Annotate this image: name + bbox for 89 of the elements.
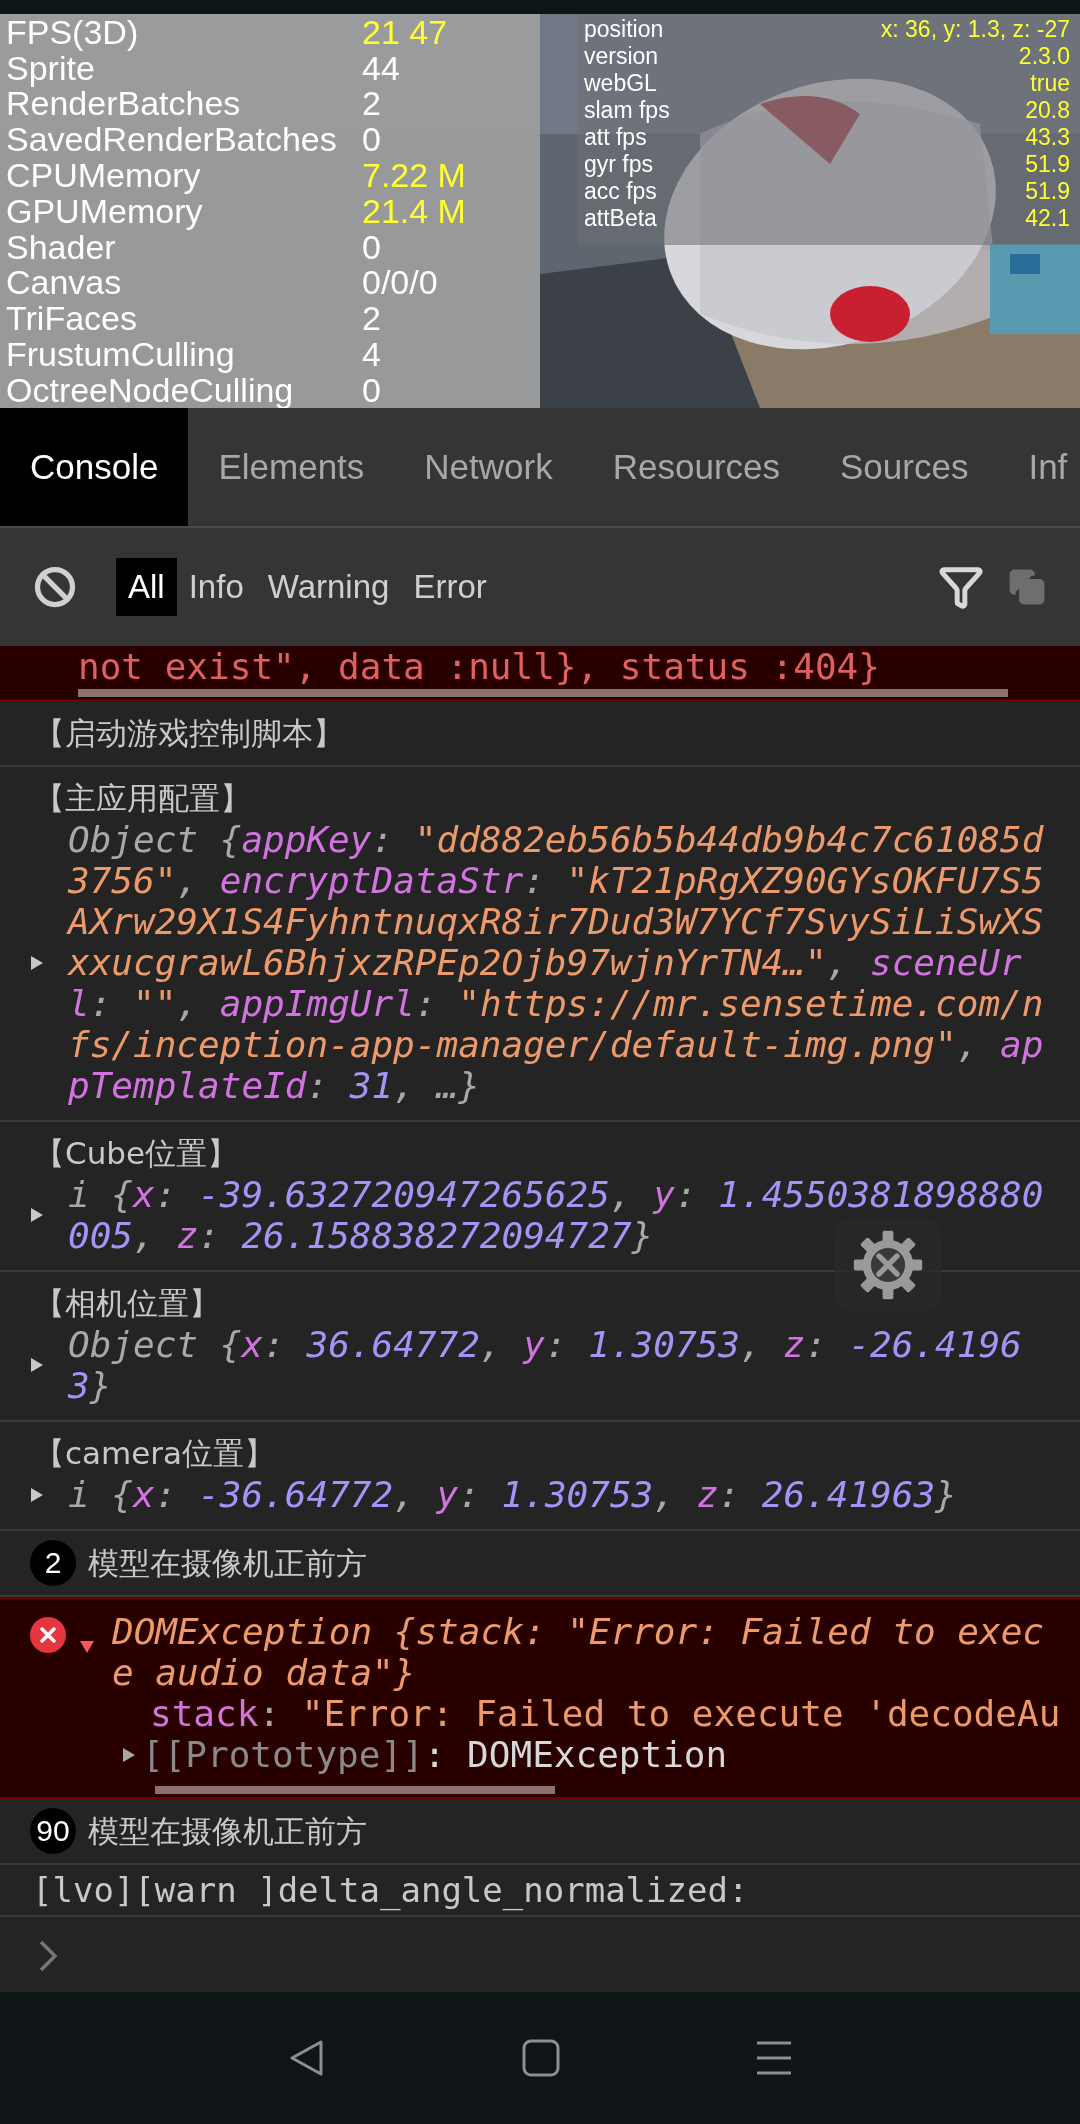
scrollbar[interactable]: [155, 1786, 555, 1794]
repeat-count: 90: [30, 1808, 76, 1854]
object-preview-line: xxucgrawL6BhjxzRPEp2Ojb97wjnYrTN4…", sceneUr: [68, 942, 1022, 983]
log-message: 模型在摄像机正前方: [88, 1544, 367, 1583]
object-preview-line: e audio data"}: [112, 1652, 416, 1693]
log-label: 【camera位置】: [33, 1434, 277, 1473]
stat-value: 4: [362, 337, 381, 372]
object-preview-line: AXrw29X1S4FyhntnuqxR8ir7Dud3W7YCf7SvySiLiSwXS: [68, 901, 1044, 942]
info-value: 42.1: [1025, 205, 1070, 232]
log-message: [lvo][warn ]delta_angle_normalized:: [32, 1869, 749, 1911]
devtools-tab[interactable]: Console: [0, 408, 189, 526]
info-value: 20.8: [1025, 97, 1070, 124]
stat-label: RenderBatches: [6, 86, 242, 121]
info-label: slam fps: [584, 97, 670, 124]
expanded-arrow-icon[interactable]: [79, 1640, 95, 1654]
log-label: 【Cube位置】: [33, 1134, 240, 1173]
stat-label: SavedRenderBatches: [6, 122, 338, 157]
menu-icon[interactable]: [754, 2039, 793, 2077]
stat-label: Canvas: [6, 265, 123, 300]
stat-value: 0: [362, 122, 381, 157]
info-value: 51.9: [1025, 151, 1070, 178]
home-icon[interactable]: [522, 2039, 560, 2077]
collapsed-arrow-icon[interactable]: [30, 1207, 44, 1223]
stat-value: 0/0/0: [362, 265, 438, 300]
stat-label: TriFaces: [6, 301, 138, 336]
stat-value: 7.22 M: [362, 158, 466, 193]
object-preview-line: l: "", appImgUrl: "https://mr.sensetime.com/n: [68, 983, 1044, 1024]
object-preview-line: fs/inception-app-manager/default-img.png", ap: [68, 1024, 1044, 1065]
stat-value: 44: [362, 50, 400, 85]
log-message: 模型在摄像机正前方: [88, 1812, 367, 1851]
log-label: 【主应用配置】: [33, 779, 252, 818]
object-preview-line: Object {x: 36.64772, y: 1.30753, z: -26.4196: [68, 1324, 1022, 1365]
info-value: 2.3.0: [1018, 43, 1070, 70]
error-icon: [30, 1617, 66, 1653]
stat-label: FPS(3D): [6, 14, 140, 49]
info-label: attBeta: [584, 205, 657, 232]
scrollbar[interactable]: [78, 689, 1008, 697]
info-value: true: [1030, 70, 1070, 97]
object-preview-line: DOMException {stack: "Error: Failed to exec: [112, 1611, 1044, 1652]
stat-label: Sprite: [6, 50, 95, 85]
stat-value: 21 47: [362, 14, 448, 49]
object-preview-line: pTemplateId: 31, …}: [68, 1065, 480, 1106]
stat-value: 2: [362, 86, 381, 121]
devtools-tab[interactable]: Inf: [998, 408, 1080, 526]
gear-icon: [852, 1229, 924, 1301]
error-message: not exist", data :null}, status :404}: [78, 646, 880, 687]
info-value: 43.3: [1025, 124, 1070, 151]
devtools-tab[interactable]: Resources: [582, 408, 810, 526]
object-preview-line: 005, z: 26.158838272094727}: [68, 1215, 654, 1256]
info-value: x: 36, y: 1.3, z: -27: [880, 16, 1070, 43]
info-value: 51.9: [1025, 178, 1070, 205]
prompt-chevron-icon: [38, 1939, 58, 1973]
object-preview-line: 3}: [68, 1365, 112, 1406]
filter-icon[interactable]: [938, 564, 984, 610]
stat-label: CPUMemory: [6, 158, 202, 193]
log-label: 【相机位置】: [33, 1284, 221, 1323]
devtools-tab[interactable]: Network: [394, 408, 583, 526]
stat-value: 2: [362, 301, 381, 336]
object-preview-line: stack: "Error: Failed to execute 'decodeAu: [150, 1693, 1061, 1734]
stat-label: FrustumCulling: [6, 337, 236, 372]
collapsed-arrow-icon[interactable]: [30, 954, 44, 971]
info-label: gyr fps: [584, 151, 654, 178]
object-preview-line: [[Prototype]]: DOMException: [142, 1734, 728, 1775]
info-label: webGL: [584, 70, 657, 97]
info-label: att fps: [584, 124, 647, 151]
log-level-filter[interactable]: Info: [176, 558, 256, 616]
clear-console-icon[interactable]: [34, 566, 76, 608]
stat-value: 0: [362, 229, 381, 264]
info-label: position: [584, 16, 664, 43]
repeat-count: 2: [30, 1540, 76, 1586]
object-preview-line: i {x: -39.632720947265625, y: 1.4550381898880: [68, 1174, 1044, 1215]
info-label: acc fps: [584, 178, 657, 205]
log-level-filter[interactable]: Warning: [255, 558, 402, 616]
object-preview-line: 3756", encryptDataStr: "kT21pRgXZ90GYsOKFU7S5: [68, 860, 1044, 901]
stat-label: GPUMemory: [6, 193, 204, 228]
stat-value: 0: [362, 372, 381, 407]
log-message: 【启动游戏控制脚本】: [33, 714, 345, 753]
collapsed-arrow-icon[interactable]: [30, 1357, 44, 1373]
info-label: version: [584, 43, 659, 70]
devtools-tab[interactable]: Sources: [810, 408, 999, 526]
log-level-filter[interactable]: All: [116, 558, 177, 616]
devtools-tab[interactable]: Elements: [188, 408, 395, 526]
object-preview-line: i {x: -36.64772, y: 1.30753, z: 26.41963}: [68, 1474, 957, 1515]
collapsed-arrow-icon[interactable]: [122, 1746, 136, 1763]
log-level-filter[interactable]: Error: [401, 558, 499, 616]
object-preview-line: Object {appKey: "dd882eb56b5b44db9b4c7c61085d: [68, 819, 1044, 860]
collapsed-arrow-icon[interactable]: [30, 1486, 44, 1503]
stat-value: 21.4 M: [362, 193, 466, 228]
stat-label: Shader: [6, 229, 116, 264]
